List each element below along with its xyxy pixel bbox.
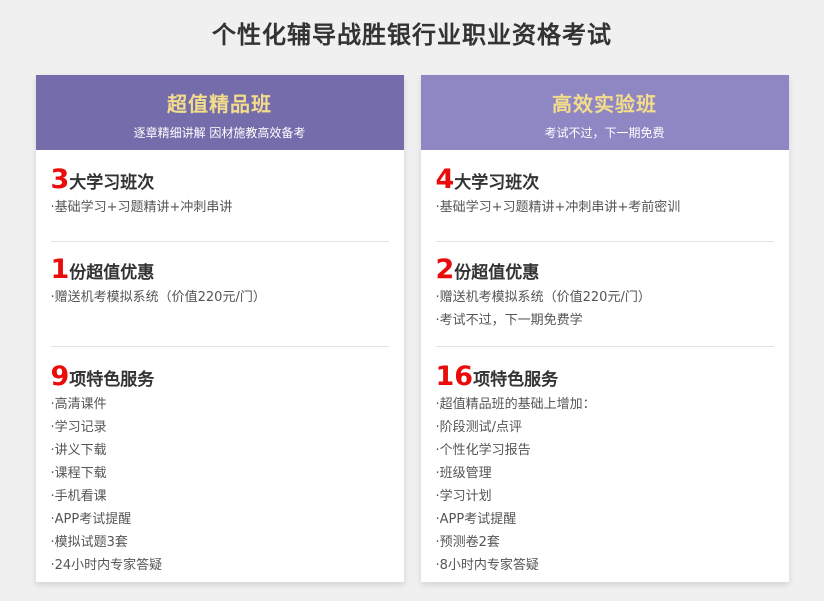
feature-item: ·个性化学习报告 bbox=[436, 439, 774, 462]
feature-item: ·学习计划 bbox=[436, 485, 774, 508]
section-heading: 4 大学习班次 bbox=[436, 166, 774, 193]
feature-list: ·赠送机考模拟系统（价值220元/门）·考试不过，下一期免费学 bbox=[436, 286, 774, 332]
card-header-premium: 超值精品班 逐章精细讲解 因材施教高效备考 bbox=[36, 75, 404, 150]
feature-item: ·超值精品班的基础上增加： bbox=[436, 393, 774, 416]
section-title: 份超值优惠 bbox=[454, 258, 539, 283]
feature-item: ·手机看课 bbox=[51, 485, 389, 508]
card-body-experimental: 4 大学习班次 ·基础学习+习题精讲+冲刺串讲+考前密训 2 份超值优惠 ·赠送… bbox=[421, 150, 789, 582]
class-title-premium: 超值精品班 bbox=[36, 75, 404, 117]
course-cards-container: 超值精品班 逐章精细讲解 因材施教高效备考 3 大学习班次 ·基础学习+习题精讲… bbox=[0, 75, 824, 582]
section-title: 项特色服务 bbox=[69, 365, 154, 390]
feature-item: ·考试不过，下一期免费学 bbox=[436, 309, 774, 332]
feature-item: ·赠送机考模拟系统（价值220元/门） bbox=[436, 286, 774, 309]
feature-item: ·基础学习+习题精讲+冲刺串讲+考前密训 bbox=[436, 196, 774, 219]
feature-list: ·超值精品班的基础上增加：·阶段测试/点评·个性化学习报告·班级管理·学习计划·… bbox=[436, 393, 774, 577]
feature-item: ·学习记录 bbox=[51, 416, 389, 439]
section-count: 9 bbox=[51, 363, 70, 390]
section-count: 16 bbox=[436, 363, 474, 390]
feature-list: ·基础学习+习题精讲+冲刺串讲 bbox=[51, 196, 389, 219]
feature-item: ·24小时内专家答疑 bbox=[51, 554, 389, 577]
feature-item: ·模拟试题3套 bbox=[51, 531, 389, 554]
page-title: 个性化辅导战胜银行业职业资格考试 bbox=[0, 0, 824, 50]
section-title: 大学习班次 bbox=[454, 168, 539, 193]
feature-item: ·讲义下载 bbox=[51, 439, 389, 462]
section-features: 9 项特色服务 ·高清课件·学习记录·讲义下载·课程下载·手机看课·APP考试提… bbox=[51, 347, 389, 582]
section-heading: 3 大学习班次 bbox=[51, 166, 389, 193]
feature-item: ·基础学习+习题精讲+冲刺串讲 bbox=[51, 196, 389, 219]
course-card-premium: 超值精品班 逐章精细讲解 因材施教高效备考 3 大学习班次 ·基础学习+习题精讲… bbox=[36, 75, 404, 582]
section-heading: 2 份超值优惠 bbox=[436, 256, 774, 283]
section-discounts: 1 份超值优惠 ·赠送机考模拟系统（价值220元/门） bbox=[51, 242, 389, 347]
feature-list: ·赠送机考模拟系统（价值220元/门） bbox=[51, 286, 389, 309]
feature-item: ·赠送机考模拟系统（价值220元/门） bbox=[51, 286, 389, 309]
section-heading: 16 项特色服务 bbox=[436, 363, 774, 390]
section-study-phases: 4 大学习班次 ·基础学习+习题精讲+冲刺串讲+考前密训 bbox=[436, 150, 774, 242]
feature-item: ·APP考试提醒 bbox=[51, 508, 389, 531]
feature-item: ·APP考试提醒 bbox=[436, 508, 774, 531]
feature-list: ·基础学习+习题精讲+冲刺串讲+考前密训 bbox=[436, 196, 774, 219]
section-heading: 1 份超值优惠 bbox=[51, 256, 389, 283]
section-title: 大学习班次 bbox=[69, 168, 154, 193]
section-count: 4 bbox=[436, 166, 455, 193]
section-discounts: 2 份超值优惠 ·赠送机考模拟系统（价值220元/门）·考试不过，下一期免费学 bbox=[436, 242, 774, 347]
feature-item: ·8小时内专家答疑 bbox=[436, 554, 774, 577]
section-features: 16 项特色服务 ·超值精品班的基础上增加：·阶段测试/点评·个性化学习报告·班… bbox=[436, 347, 774, 582]
feature-list: ·高清课件·学习记录·讲义下载·课程下载·手机看课·APP考试提醒·模拟试题3套… bbox=[51, 393, 389, 577]
section-heading: 9 项特色服务 bbox=[51, 363, 389, 390]
card-header-experimental: 高效实验班 考试不过，下一期免费 bbox=[421, 75, 789, 150]
section-count: 3 bbox=[51, 166, 70, 193]
section-title: 项特色服务 bbox=[473, 365, 558, 390]
class-slogan-premium: 逐章精细讲解 因材施教高效备考 bbox=[36, 124, 404, 141]
feature-item: ·高清课件 bbox=[51, 393, 389, 416]
course-card-experimental: 高效实验班 考试不过，下一期免费 4 大学习班次 ·基础学习+习题精讲+冲刺串讲… bbox=[421, 75, 789, 582]
class-slogan-experimental: 考试不过，下一期免费 bbox=[421, 124, 789, 141]
feature-item: ·阶段测试/点评 bbox=[436, 416, 774, 439]
feature-item: ·课程下载 bbox=[51, 462, 389, 485]
section-count: 2 bbox=[436, 256, 455, 283]
card-body-premium: 3 大学习班次 ·基础学习+习题精讲+冲刺串讲 1 份超值优惠 ·赠送机考模拟系… bbox=[36, 150, 404, 582]
feature-item: ·预测卷2套 bbox=[436, 531, 774, 554]
class-title-experimental: 高效实验班 bbox=[421, 75, 789, 117]
section-study-phases: 3 大学习班次 ·基础学习+习题精讲+冲刺串讲 bbox=[51, 150, 389, 242]
section-count: 1 bbox=[51, 256, 70, 283]
feature-item: ·班级管理 bbox=[436, 462, 774, 485]
section-title: 份超值优惠 bbox=[69, 258, 154, 283]
